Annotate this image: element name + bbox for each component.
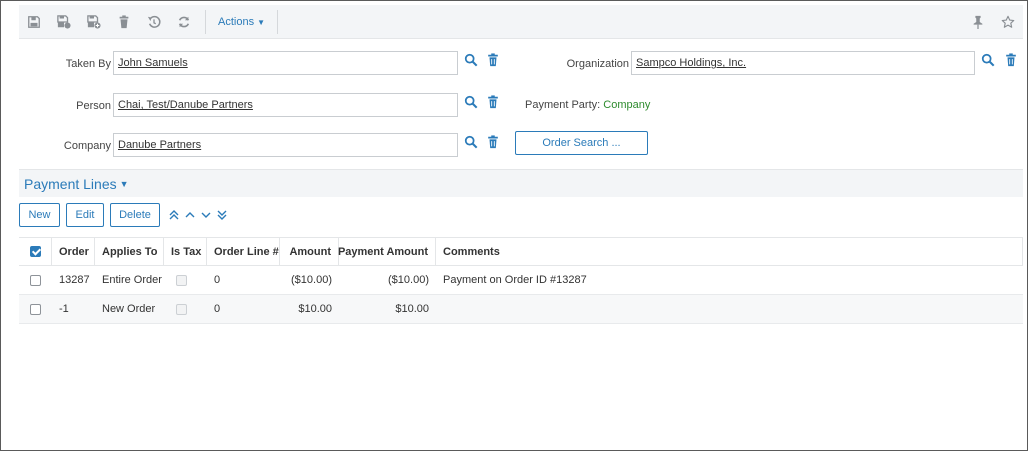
undo-icon[interactable] xyxy=(139,7,169,37)
section-title: Payment Lines xyxy=(24,175,117,192)
star-icon[interactable] xyxy=(993,7,1023,37)
window: Actions ▼ Taken By John Samuels Organizat… xyxy=(0,0,1028,451)
is-tax-checkbox xyxy=(176,303,187,315)
trash-icon[interactable] xyxy=(486,53,500,67)
cell-comments: Payment on Order ID #13287 xyxy=(443,274,587,286)
save-and-new-icon[interactable] xyxy=(79,7,109,37)
col-is-tax[interactable]: Is Tax xyxy=(164,238,207,265)
company-field[interactable]: Danube Partners xyxy=(113,133,458,157)
row-checkbox[interactable] xyxy=(30,274,41,286)
cell-applies-to: New Order xyxy=(102,303,156,315)
cell-applies-to: Entire Order xyxy=(102,274,162,286)
new-button[interactable]: New xyxy=(19,203,60,227)
actions-label: Actions xyxy=(218,15,255,28)
order-search-button[interactable]: Order Search ... xyxy=(515,131,648,155)
payment-party: Payment Party: Company xyxy=(525,99,650,111)
cell-amount: ($10.00) xyxy=(291,274,332,286)
person-field[interactable]: Chai, Test/Danube Partners xyxy=(113,93,458,117)
save-icon[interactable] xyxy=(19,7,49,37)
taken-by-link[interactable]: John Samuels xyxy=(118,57,188,69)
trash-icon[interactable] xyxy=(486,95,500,109)
cell-order-line: 0 xyxy=(214,274,221,286)
trash-icon[interactable] xyxy=(1004,53,1018,67)
trash-icon[interactable] xyxy=(486,135,500,149)
pin-icon[interactable] xyxy=(963,7,993,37)
cell-order: -1 xyxy=(59,303,69,315)
move-bottom-icon[interactable] xyxy=(215,208,229,222)
row-select-cell xyxy=(19,266,52,294)
row-select-cell xyxy=(19,295,52,323)
payment-party-value: Company xyxy=(603,99,651,111)
select-all-checkbox[interactable] xyxy=(29,246,41,257)
move-top-icon[interactable] xyxy=(167,208,181,222)
toolbar: Actions ▼ xyxy=(19,5,1023,39)
table-row[interactable]: 13287 Entire Order 0 ($10.00) ($10.00) P… xyxy=(19,266,1023,295)
payment-lines-header[interactable]: Payment Lines ▼ xyxy=(19,169,1023,197)
person-label: Person xyxy=(76,100,111,112)
col-comments[interactable]: Comments xyxy=(436,238,1023,265)
cell-is-tax xyxy=(164,295,207,323)
search-icon[interactable] xyxy=(464,53,478,67)
taken-by-label: Taken By xyxy=(65,58,111,70)
search-icon[interactable] xyxy=(981,53,995,67)
cell-order: 13287 xyxy=(59,274,90,286)
search-icon[interactable] xyxy=(464,135,478,149)
save-and-close-icon[interactable] xyxy=(49,7,79,37)
cell-payment-amount: $10.00 xyxy=(395,303,429,315)
col-order-line[interactable]: Order Line # xyxy=(207,238,280,265)
delete-button[interactable]: Delete xyxy=(110,203,160,227)
row-move-controls xyxy=(167,208,229,222)
chevron-down-icon: ▼ xyxy=(119,178,129,189)
refresh-icon[interactable] xyxy=(169,7,199,37)
toolbar-divider xyxy=(205,9,206,34)
payment-lines-table: Order Applies To Is Tax Order Line # Amo… xyxy=(19,237,1023,324)
table-row[interactable]: -1 New Order 0 $10.00 $10.00 xyxy=(19,295,1023,324)
toolbar-divider xyxy=(277,9,278,34)
col-amount[interactable]: Amount xyxy=(280,238,339,265)
organization-link[interactable]: Sampco Holdings, Inc. xyxy=(636,57,746,69)
col-applies-to[interactable]: Applies To xyxy=(95,238,164,265)
chevron-down-icon: ▼ xyxy=(257,17,265,27)
cell-comments xyxy=(436,295,1023,323)
edit-button[interactable]: Edit xyxy=(66,203,104,227)
move-up-icon[interactable] xyxy=(183,208,197,222)
row-checkbox[interactable] xyxy=(30,303,41,315)
person-link[interactable]: Chai, Test/Danube Partners xyxy=(118,99,253,111)
taken-by-field[interactable]: John Samuels xyxy=(113,51,458,75)
is-tax-checkbox xyxy=(176,274,187,286)
payment-party-label: Payment Party: xyxy=(525,99,601,111)
delete-icon[interactable] xyxy=(109,7,139,37)
table-header: Order Applies To Is Tax Order Line # Amo… xyxy=(19,238,1023,266)
company-label: Company xyxy=(63,140,111,152)
move-down-icon[interactable] xyxy=(199,208,213,222)
select-all-cell xyxy=(19,238,52,265)
cell-order-line: 0 xyxy=(214,303,221,315)
organization-field[interactable]: Sampco Holdings, Inc. xyxy=(631,51,975,75)
cell-is-tax xyxy=(164,266,207,294)
company-link[interactable]: Danube Partners xyxy=(118,139,201,151)
col-payment-amount[interactable]: Payment Amount xyxy=(338,238,436,265)
search-icon[interactable] xyxy=(464,95,478,109)
organization-label: Organization xyxy=(566,58,629,70)
col-order[interactable]: Order xyxy=(52,238,95,265)
cell-payment-amount: ($10.00) xyxy=(388,274,429,286)
cell-amount: $10.00 xyxy=(298,303,332,315)
actions-menu[interactable]: Actions ▼ xyxy=(212,16,271,28)
